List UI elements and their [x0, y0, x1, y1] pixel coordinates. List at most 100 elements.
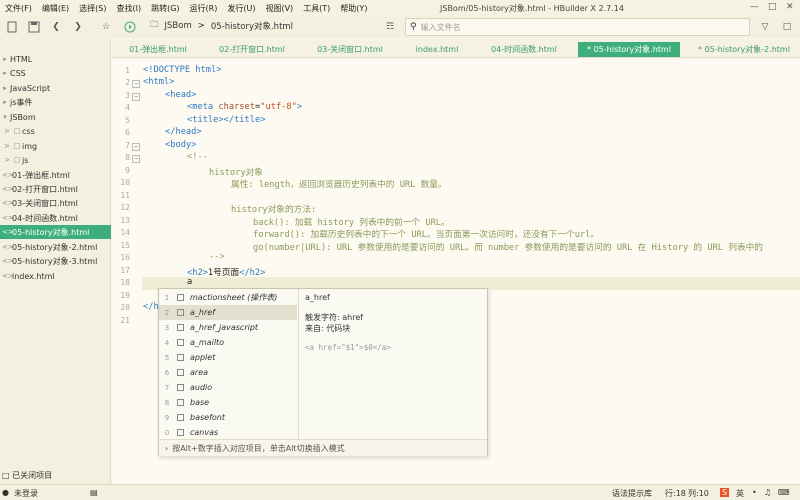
tab[interactable]: 03-关闭窗口.html: [304, 42, 396, 57]
tab[interactable]: index.html: [402, 42, 472, 57]
detail-snippet: <a href="$1">$0</a>: [305, 343, 391, 352]
search-input[interactable]: [420, 22, 721, 32]
suggestion-label: a_href: [190, 308, 215, 317]
login-status[interactable]: 未登录: [14, 488, 38, 499]
line-number: 7: [125, 141, 130, 150]
minimize-icon[interactable]: —: [750, 2, 759, 12]
tab[interactable]: 04-时间函数.html: [478, 42, 570, 57]
fold-toggle-icon[interactable]: −: [132, 80, 140, 88]
suggestion-item[interactable]: 0 canvas: [159, 425, 297, 440]
code-token: >: [296, 102, 303, 112]
suggestion-item[interactable]: 3 a_href_javascript: [159, 320, 297, 335]
tree-item[interactable]: <> 03-关闭窗口.html: [0, 196, 111, 210]
keyboard-icon[interactable]: ⌨: [778, 488, 790, 497]
fold-toggle-icon[interactable]: −: [132, 155, 140, 163]
tree-item[interactable]: ▸ JavaScript: [0, 81, 111, 95]
tree-item[interactable]: ▸ js事件: [0, 95, 111, 109]
file-icon: <>: [2, 272, 14, 280]
file-icon: <>: [2, 243, 14, 251]
tree-item[interactable]: > □ js: [0, 153, 111, 167]
search-icon: ⚲: [410, 22, 417, 32]
breadcrumb-item[interactable]: 05-history对象.html: [211, 20, 293, 32]
new-file-icon[interactable]: [2, 17, 22, 37]
menu-goto[interactable]: 跳转(G): [146, 3, 184, 14]
closed-projects[interactable]: □ 已关闭项目: [0, 470, 52, 481]
menu-run[interactable]: 运行(R): [185, 3, 223, 14]
file-icon: <>: [2, 171, 14, 179]
chevron-right-icon: >: [4, 127, 10, 135]
tree-item-active[interactable]: <> 05-history对象.html: [0, 225, 111, 239]
maximize-icon[interactable]: □: [768, 2, 777, 12]
code-token: <meta: [187, 102, 219, 112]
suggestion-label: mactionsheet (操作表): [190, 293, 278, 302]
filter-icon[interactable]: ▽: [755, 17, 775, 37]
suggestion-item[interactable]: 1 mactionsheet (操作表): [159, 290, 297, 305]
folder-icon: □: [13, 127, 21, 135]
tree-item-label: 02-打开窗口.html: [12, 184, 78, 194]
grammar-library[interactable]: 语法提示库: [612, 488, 652, 499]
menu-find[interactable]: 查找(I): [111, 3, 146, 14]
suggestion-item[interactable]: 5 applet: [159, 350, 297, 365]
settings-icon[interactable]: □: [777, 17, 797, 37]
tree-item[interactable]: <> 04-时间函数.html: [0, 211, 111, 225]
tab[interactable]: 02-打开窗口.html: [206, 42, 298, 57]
suggestion-item[interactable]: 4 a_mailto: [159, 335, 297, 350]
line-number: 13: [120, 216, 130, 225]
suggestion-item-selected[interactable]: 2 a_href: [159, 305, 297, 320]
tree-item[interactable]: <> 05-history对象-2.html: [0, 240, 111, 254]
cursor-col: 列:10: [688, 489, 709, 498]
tree-item[interactable]: <> index.html: [0, 269, 111, 283]
tree-item[interactable]: <> 05-history对象-3.html: [0, 254, 111, 268]
run-icon[interactable]: [120, 17, 140, 37]
tab-active[interactable]: * 05-history对象.html: [578, 42, 680, 57]
snippet-icon: [177, 429, 184, 436]
close-icon[interactable]: ✕: [786, 2, 794, 12]
tree-item[interactable]: > □ css: [0, 124, 111, 138]
menu-select[interactable]: 选择(S): [74, 3, 111, 14]
suggestion-item[interactable]: 8 base: [159, 395, 297, 410]
line-number: 1: [125, 66, 130, 75]
file-type-icon[interactable]: ☶: [380, 17, 400, 37]
terminal-icon[interactable]: ▤: [90, 488, 98, 497]
folder-icon: ▸: [3, 98, 7, 106]
menu-edit[interactable]: 编辑(E): [37, 3, 74, 14]
menu-publish[interactable]: 发行(U): [222, 3, 260, 14]
fold-toggle-icon[interactable]: −: [132, 143, 140, 151]
ime-logo-icon[interactable]: S: [720, 488, 730, 497]
suggestion-number: 7: [164, 383, 170, 392]
suggestion-list: 1 mactionsheet (操作表) 2 a_href 3 a_href_java…: [159, 289, 297, 439]
suggestion-item[interactable]: 9 basefont: [159, 410, 297, 425]
tree-item[interactable]: ▸ CSS: [0, 66, 111, 80]
menu-tools[interactable]: 工具(T): [298, 3, 335, 14]
forward-icon[interactable]: ❯: [68, 17, 88, 37]
suggestion-item[interactable]: 6 area: [159, 365, 297, 380]
tree-item[interactable]: > □ img: [0, 139, 111, 153]
ime-mode[interactable]: 英: [736, 488, 744, 499]
fold-toggle-icon[interactable]: −: [132, 93, 140, 101]
microphone-icon[interactable]: ♫: [764, 488, 771, 497]
tab[interactable]: 01-弹出框.html: [116, 42, 200, 57]
punctuation-icon[interactable]: •: [752, 488, 757, 497]
file-icon: <>: [2, 199, 14, 207]
menu-file[interactable]: 文件(F): [0, 3, 37, 14]
tree-item[interactable]: ▾ JSBom: [0, 110, 111, 124]
tree-item[interactable]: <> 01-弹出框.html: [0, 168, 111, 182]
save-icon[interactable]: [24, 17, 44, 37]
line-number: 10: [120, 178, 130, 187]
suggestion-number: 1: [164, 293, 170, 302]
line-number: 9: [125, 166, 130, 175]
tree-item[interactable]: ▸ HTML: [0, 52, 111, 66]
code-line: <meta charset="utf-8">: [187, 102, 302, 112]
menu-help[interactable]: 帮助(Y): [335, 3, 372, 14]
menu-view[interactable]: 视图(V): [260, 3, 298, 14]
star-icon[interactable]: ☆: [96, 17, 116, 37]
tab[interactable]: * 05-history对象-2.html: [688, 42, 800, 57]
chevron-right-icon: >: [197, 21, 205, 31]
tree-item[interactable]: <> 02-打开窗口.html: [0, 182, 111, 196]
back-icon[interactable]: ❮: [46, 17, 66, 37]
file-icon: <>: [2, 257, 14, 265]
tree-item-label: CSS: [10, 68, 26, 78]
breadcrumb-item[interactable]: JSBom: [165, 21, 192, 31]
suggestion-item[interactable]: 7 audio: [159, 380, 297, 395]
tree-item-label: 05-history对象-2.html: [12, 242, 98, 252]
